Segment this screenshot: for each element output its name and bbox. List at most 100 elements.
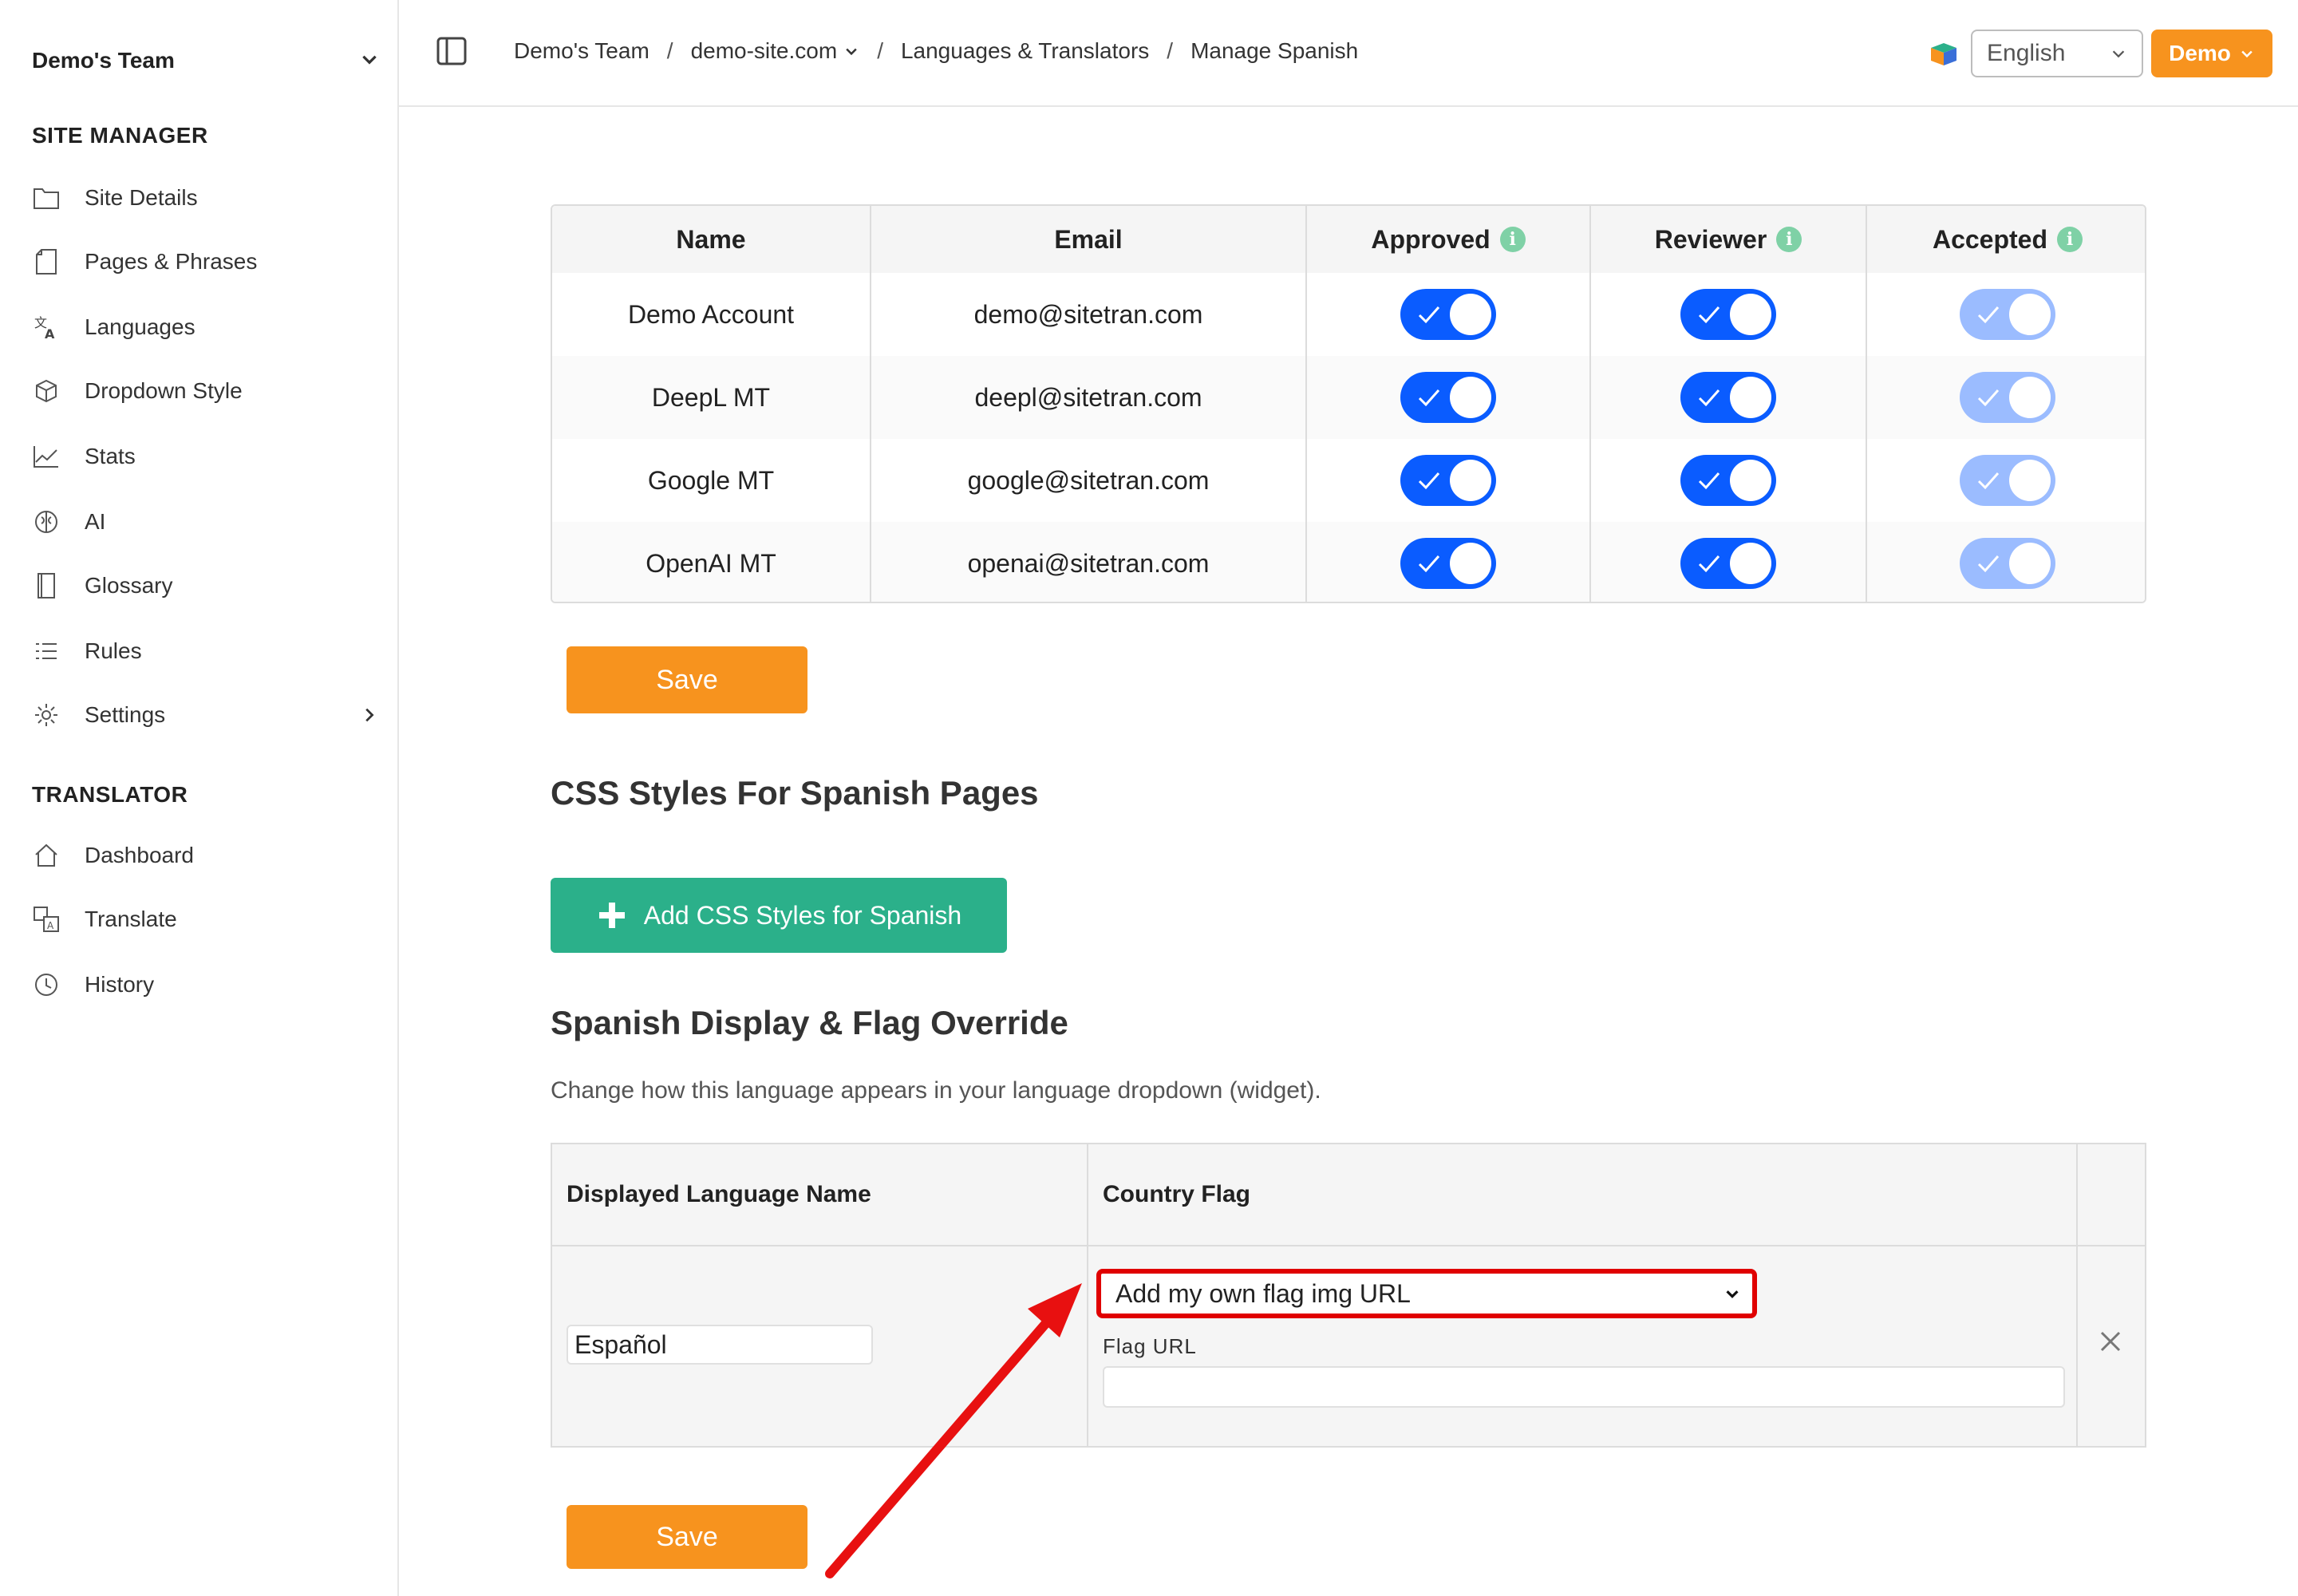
sidebar-item-label: Languages xyxy=(85,314,195,339)
language-select[interactable]: English xyxy=(1971,30,2143,77)
sidebar-item-history[interactable]: History xyxy=(32,962,380,1007)
header-label: Email xyxy=(1054,224,1123,254)
sidebar-item-label: Translate xyxy=(85,907,177,931)
sidebar-toggle-button[interactable] xyxy=(434,35,469,70)
check-icon xyxy=(1698,389,1720,407)
breadcrumb-team[interactable]: Demo's Team xyxy=(514,38,650,64)
header-label: Displayed Language Name xyxy=(567,1181,871,1207)
country-flag-select[interactable]: Add my own flag img URL xyxy=(1096,1269,1757,1318)
approved-toggle[interactable] xyxy=(1400,372,1496,423)
breadcrumb-separator: / xyxy=(877,38,883,63)
reviewer-toggle[interactable] xyxy=(1680,289,1776,340)
team-name: Demo's Team xyxy=(32,48,175,73)
chevron-down-icon xyxy=(843,43,859,59)
header-label: Reviewer xyxy=(1654,224,1767,254)
translator-email: google@sitetran.com xyxy=(967,465,1210,495)
remove-row-close-icon[interactable] xyxy=(2099,1329,2122,1353)
annotation-arrow-icon xyxy=(825,1283,1082,1578)
column-header-reviewer: Reviewer i xyxy=(1591,206,1867,273)
sidebar-item-label: History xyxy=(85,972,155,997)
approved-toggle[interactable] xyxy=(1400,289,1496,340)
home-icon xyxy=(32,841,61,870)
check-icon xyxy=(1418,555,1440,573)
info-icon[interactable]: i xyxy=(1776,227,1802,252)
reviewer-toggle[interactable] xyxy=(1680,455,1776,506)
section-title-translator: TRANSLATOR xyxy=(32,782,188,807)
sidebar-item-rules[interactable]: Rules xyxy=(32,629,380,674)
chevron-down-icon xyxy=(359,49,380,73)
table-row: DeepL MT deepl@sitetran.com xyxy=(552,356,2145,439)
sidebar-item-dropdown-style[interactable]: Dropdown Style xyxy=(32,369,380,413)
info-icon[interactable]: i xyxy=(2057,227,2083,252)
sidebar-item-label: Site Details xyxy=(85,185,198,210)
check-icon xyxy=(1418,306,1440,324)
translator-name: OpenAI MT xyxy=(646,548,776,578)
sidebar-item-label: Stats xyxy=(85,444,136,468)
column-header-email: Email xyxy=(871,206,1307,273)
breadcrumb-site[interactable]: demo-site.com xyxy=(691,38,860,64)
breadcrumb-separator: / xyxy=(666,38,673,63)
sidebar-panel-icon xyxy=(436,35,468,71)
brain-icon xyxy=(32,508,61,536)
check-icon xyxy=(1698,472,1720,490)
column-header-name: Name xyxy=(552,206,871,273)
book-icon xyxy=(32,571,61,600)
info-icon[interactable]: i xyxy=(1499,227,1526,252)
language-select-value: English xyxy=(1987,40,2066,66)
header-label: Approved xyxy=(1371,224,1491,254)
table-row: OpenAI MT openai@sitetran.com xyxy=(552,522,2145,602)
approved-toggle[interactable] xyxy=(1400,455,1496,506)
add-css-styles-button[interactable]: Add CSS Styles for Spanish xyxy=(551,878,1007,953)
display-section-description: Change how this language appears in your… xyxy=(551,1077,1321,1104)
table-row: Google MT google@sitetran.com xyxy=(552,439,2145,522)
translate-icon: 文A xyxy=(32,313,61,342)
chevron-down-icon xyxy=(2239,45,2255,61)
check-icon xyxy=(1977,472,2000,490)
account-menu-button[interactable]: Demo xyxy=(2151,30,2272,77)
translator-name: Google MT xyxy=(647,465,775,495)
sidebar-item-translate[interactable]: A Translate xyxy=(32,897,380,942)
flag-url-input[interactable] xyxy=(1103,1366,2065,1408)
accepted-toggle xyxy=(1960,372,2055,423)
accepted-toggle xyxy=(1960,538,2055,589)
flag-url-label: Flag URL xyxy=(1103,1334,1197,1358)
sidebar-item-stats[interactable]: Stats xyxy=(32,434,380,479)
check-icon xyxy=(1698,306,1720,324)
sidebar-item-glossary[interactable]: Glossary xyxy=(32,563,380,608)
reviewer-toggle[interactable] xyxy=(1680,538,1776,589)
header-label: Country Flag xyxy=(1103,1181,1250,1207)
save-translators-button[interactable]: Save xyxy=(567,646,807,713)
clock-icon xyxy=(32,970,61,999)
sidebar: Demo's Team SITE MANAGER Site Details Pa… xyxy=(0,0,399,1596)
account-menu-label: Demo xyxy=(2169,41,2231,65)
sidebar-item-site-details[interactable]: Site Details xyxy=(32,176,380,220)
check-icon xyxy=(1977,389,2000,407)
reviewer-toggle[interactable] xyxy=(1680,372,1776,423)
app-root: Demo's Team SITE MANAGER Site Details Pa… xyxy=(0,0,2298,1596)
save-display-button[interactable]: Save xyxy=(567,1505,807,1569)
table-row: Español Add my own flag img URL Flag URL xyxy=(552,1246,2145,1446)
list-icon xyxy=(32,637,61,666)
sidebar-item-ai[interactable]: AI xyxy=(32,500,380,544)
sidebar-item-languages[interactable]: 文A Languages xyxy=(32,305,380,350)
approved-toggle[interactable] xyxy=(1400,538,1496,589)
sidebar-item-dashboard[interactable]: Dashboard xyxy=(32,833,380,878)
sidebar-item-settings[interactable]: Settings xyxy=(32,693,380,737)
translator-name: Demo Account xyxy=(627,299,795,329)
box-icon xyxy=(32,377,61,405)
sidebar-item-label: Settings xyxy=(85,702,166,727)
header-label: Name xyxy=(676,224,746,254)
breadcrumb: Demo's Team / demo-site.com / Languages … xyxy=(514,34,1358,69)
sidebar-item-pages-phrases[interactable]: Pages & Phrases xyxy=(32,239,380,284)
column-header-country-flag: Country Flag xyxy=(1088,1144,2078,1245)
column-header-language-name: Displayed Language Name xyxy=(552,1144,1088,1245)
check-icon xyxy=(1977,555,2000,573)
folder-icon xyxy=(32,184,61,212)
sidebar-item-label: Dropdown Style xyxy=(85,378,243,403)
team-switcher[interactable]: Demo's Team xyxy=(32,45,380,77)
breadcrumb-languages[interactable]: Languages & Translators xyxy=(901,38,1149,64)
chevron-down-icon xyxy=(1724,1285,1741,1302)
breadcrumb-current: Manage Spanish xyxy=(1190,38,1359,63)
svg-text:A: A xyxy=(45,326,55,340)
section-title-site-manager: SITE MANAGER xyxy=(32,123,208,148)
